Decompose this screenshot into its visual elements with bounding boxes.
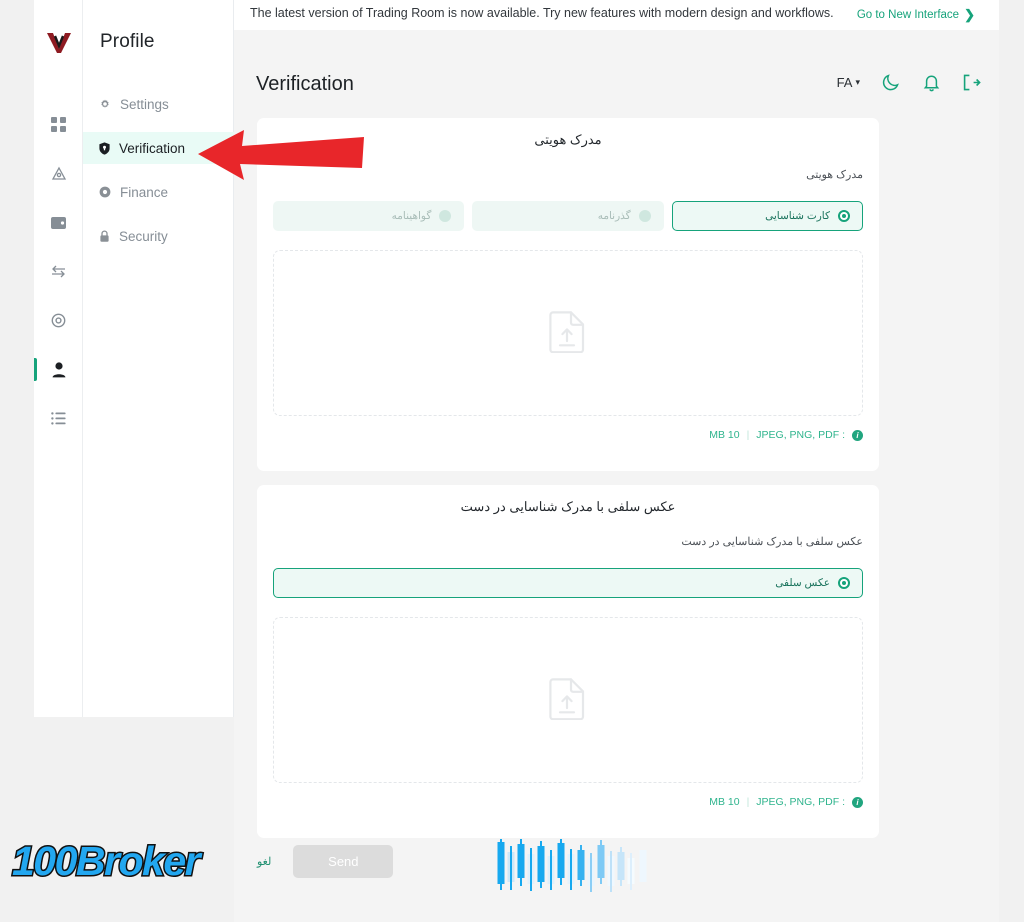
hint-max-size: 10 MB [709, 429, 740, 441]
sidebar-item-label: Security [119, 228, 168, 244]
banner-message: The latest version of Trading Room is no… [250, 6, 834, 20]
page-title: Verification [256, 73, 354, 95]
option-passport[interactable]: گذرنامه [472, 201, 664, 231]
selfie-type-options: عکس سلفی [273, 568, 863, 598]
selfie-upload-dropzone[interactable] [273, 617, 863, 783]
profile-menu: Settings Verification Finance Security [83, 88, 234, 264]
hint-separator: | [746, 429, 750, 441]
card-subtitle: مدرک هویتی [806, 169, 863, 181]
sidebar-item-verification[interactable]: Verification [83, 132, 234, 164]
language-switcher[interactable]: FA ▾ [837, 75, 860, 90]
radio-icon [439, 210, 452, 222]
profile-sidebar: Profile Settings Verification Finance Se… [83, 0, 234, 717]
card-subtitle: عکس سلفی با مدرک شناسایی در دست [681, 536, 863, 548]
moon-icon[interactable] [882, 73, 901, 92]
info-icon: i [852, 796, 863, 808]
watermark-broker: Broker [74, 837, 202, 886]
rail-item-wallet[interactable] [34, 198, 83, 247]
candlestick-watermark [497, 839, 647, 892]
hint-separator: | [746, 796, 750, 808]
lock-icon [99, 229, 110, 243]
page-header: Verification FA ▾ [234, 55, 999, 107]
rail-item-trade[interactable] [34, 296, 83, 345]
info-icon: i [852, 429, 863, 441]
option-label: گذرنامه [597, 210, 631, 222]
main-content: The latest version of Trading Room is no… [234, 0, 999, 922]
sidebar-item-security[interactable]: Security [83, 220, 234, 252]
selfie-document-card: عکس سلفی با مدرک شناسایی در دست عکس سلفی… [257, 485, 879, 838]
icon-rail [34, 0, 83, 717]
sidebar-item-label: Finance [120, 184, 169, 200]
chevron-down-icon: ▾ [855, 77, 860, 87]
shield-icon [99, 141, 110, 155]
card-title: مدرک هویتی [534, 132, 602, 147]
cancel-button[interactable]: لغو [257, 855, 271, 868]
card-title: عکس سلفی با مدرک شناسایی در دست [460, 499, 676, 514]
option-driver-license[interactable]: گواهینامه [273, 201, 465, 231]
form-actions: Send لغو [257, 845, 394, 878]
option-label: گواهینامه [391, 210, 432, 222]
rail-item-transfer[interactable] [34, 247, 83, 296]
broker-watermark: 100Broker [11, 837, 203, 886]
hint-max-size: 10 MB [709, 796, 740, 808]
file-upload-icon [549, 309, 587, 358]
left-gutter [0, 0, 34, 922]
coin-icon [99, 186, 111, 198]
rail-item-dashboard[interactable] [34, 100, 83, 149]
hint-formats: : JPEG, PNG, PDF [756, 796, 845, 808]
logout-icon[interactable] [962, 73, 981, 92]
option-national-id[interactable]: کارت شناسایی [671, 201, 863, 231]
radio-icon [838, 577, 850, 589]
rail-item-list [34, 100, 83, 443]
gear-icon [99, 98, 111, 110]
bell-icon[interactable] [923, 73, 940, 92]
rail-item-profile[interactable] [34, 345, 83, 394]
identity-upload-hint: i : JPEG, PNG, PDF | 10 MB [709, 429, 863, 441]
hint-formats: : JPEG, PNG, PDF [756, 429, 845, 441]
header-tools: FA ▾ [837, 73, 981, 92]
rail-item-reports[interactable] [34, 394, 83, 443]
right-gutter [999, 0, 1024, 922]
radio-icon [638, 210, 651, 222]
identity-upload-dropzone[interactable] [273, 250, 863, 416]
document-type-options: کارت شناسایی گذرنامه گواهینامه [273, 201, 863, 231]
rail-item-deposit[interactable] [34, 149, 83, 198]
send-button[interactable]: Send [293, 845, 394, 878]
sidebar-item-label: Settings [120, 96, 169, 112]
new-interface-banner: The latest version of Trading Room is no… [234, 0, 999, 30]
sidebar-item-finance[interactable]: Finance [83, 176, 234, 208]
language-label: FA [836, 75, 853, 90]
file-upload-icon [549, 676, 587, 725]
banner-cta-label: Go to New Interface [856, 8, 960, 21]
radio-icon [838, 210, 850, 222]
option-label: عکس سلفی [775, 577, 830, 589]
identity-document-card: مدرک هویتی مدرک هویتی کارت شناسایی گذرنا… [257, 118, 879, 471]
option-label: کارت شناسایی [765, 210, 830, 222]
option-selfie[interactable]: عکس سلفی [273, 568, 863, 598]
page-title-profile: Profile [100, 31, 155, 52]
app-root: Profile Settings Verification Finance Se… [0, 0, 1024, 922]
chevron-right-icon: ❯ [964, 7, 975, 22]
sidebar-item-label: Verification [119, 140, 186, 156]
broker-logo[interactable] [34, 26, 83, 60]
go-to-new-interface-link[interactable]: Go to New Interface ❯ [857, 8, 975, 21]
selfie-upload-hint: i : JPEG, PNG, PDF | 10 MB [709, 796, 863, 808]
sidebar-item-settings[interactable]: Settings [83, 88, 234, 120]
